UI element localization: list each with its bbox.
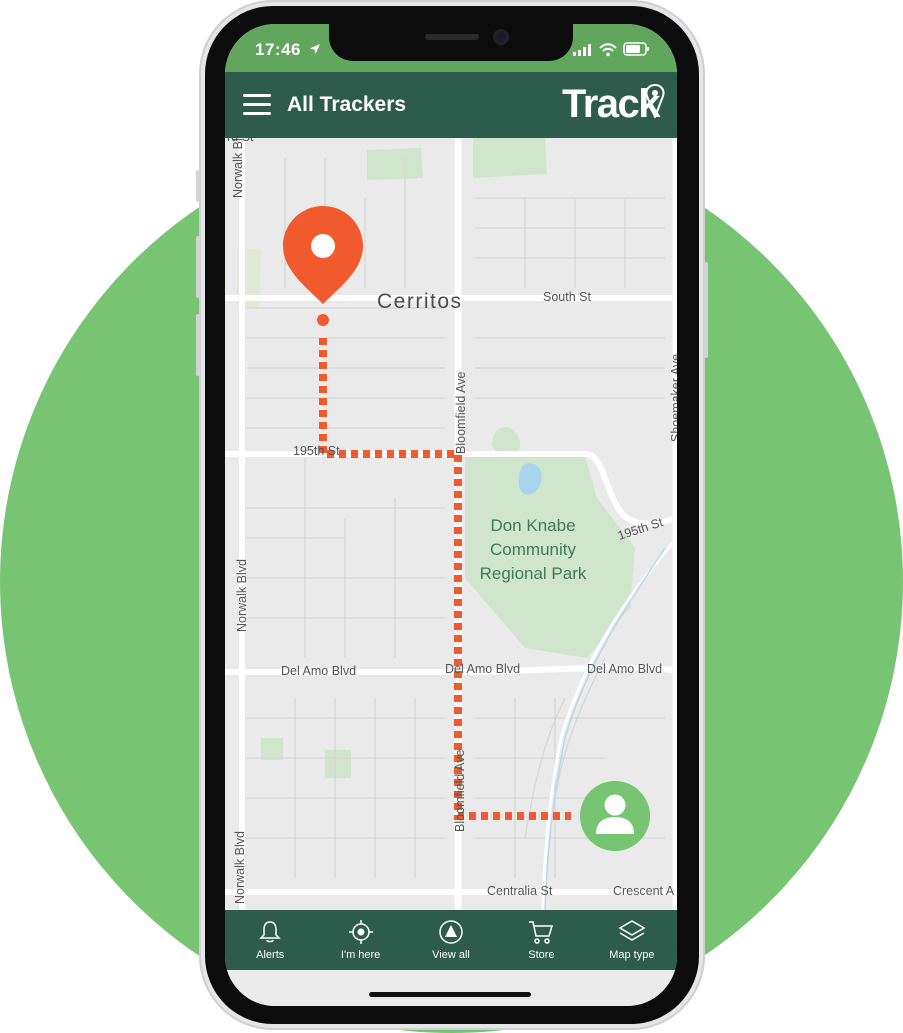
mute-switch	[196, 170, 200, 202]
nav-map-type-label: Map type	[609, 949, 655, 961]
location-arrow-icon	[310, 44, 320, 54]
nav-map-type[interactable]: Map type	[587, 910, 677, 970]
street-label-del-amo-left: Del Amo Blvd	[281, 664, 357, 678]
nav-alerts-label: Alerts	[256, 949, 285, 961]
bell-icon	[259, 921, 282, 943]
park-label: Don Knabe Community Regional Park	[479, 516, 587, 583]
home-indicator-area	[225, 970, 677, 1006]
nav-im-here-label: I'm here	[340, 949, 381, 961]
nav-im-here[interactable]: I'm here	[315, 910, 405, 970]
street-label-south-st: South St	[543, 290, 591, 304]
nav-view-all-label: View all	[432, 949, 470, 961]
volume-up-button	[196, 236, 200, 298]
street-label-bloomfield-bottom: Bloomfield Ave	[453, 749, 467, 832]
phone-notch	[329, 24, 573, 61]
status-time: 17:46	[255, 40, 301, 59]
street-label-norwalk-mid: Norwalk Blvd	[235, 559, 249, 632]
city-label: Cerritos	[377, 290, 463, 313]
home-indicator[interactable]	[369, 992, 531, 997]
street-label-bloomfield-top: Bloomfield Ave	[454, 371, 468, 454]
street-label-crescent: Crescent A	[613, 884, 675, 898]
speaker-grille	[425, 34, 479, 40]
status-bar: 17:46	[225, 24, 677, 72]
nav-store[interactable]: Store	[496, 910, 586, 970]
app-screen: Cerritos South St rd St Norwalk Blvd Blo…	[225, 24, 677, 1006]
menu-icon[interactable]	[243, 94, 271, 116]
signal-icon	[573, 44, 591, 56]
navigation-arrow-icon	[439, 920, 463, 944]
street-label-shoemaker: Shoemaker Ave	[669, 353, 677, 442]
wifi-icon	[599, 43, 617, 57]
nav-alerts[interactable]: Alerts	[225, 910, 315, 970]
layers-icon	[618, 920, 646, 941]
page-title: All Trackers	[287, 93, 407, 116]
tracker-pin-marker[interactable]	[283, 206, 363, 304]
app-header: All Trackers Track	[225, 72, 677, 138]
street-label-del-amo-mid: Del Amo Blvd	[445, 662, 521, 676]
user-location-marker[interactable]	[580, 781, 650, 851]
street-label-195th-left: 195th St	[293, 444, 340, 458]
volume-down-button	[196, 314, 200, 376]
app-logo: Track	[562, 82, 665, 127]
bottom-nav: Alerts I'm here View all Store Map type	[225, 910, 677, 970]
cart-icon	[529, 921, 554, 944]
battery-icon	[623, 42, 649, 56]
map-view[interactable]: Cerritos South St rd St Norwalk Blvd Blo…	[225, 125, 677, 910]
nav-store-label: Store	[528, 949, 555, 961]
street-label-centralia: Centralia St	[487, 884, 553, 898]
power-button	[704, 262, 708, 358]
crosshair-icon	[348, 920, 373, 944]
logo-pin-icon	[645, 84, 665, 118]
phone-frame: Cerritos South St rd St Norwalk Blvd Blo…	[196, 0, 708, 1030]
street-label-del-amo-right: Del Amo Blvd	[587, 662, 663, 676]
street-label-norwalk-bottom: Norwalk Blvd	[233, 831, 247, 904]
nav-view-all[interactable]: View all	[406, 910, 496, 970]
front-camera	[493, 29, 509, 45]
